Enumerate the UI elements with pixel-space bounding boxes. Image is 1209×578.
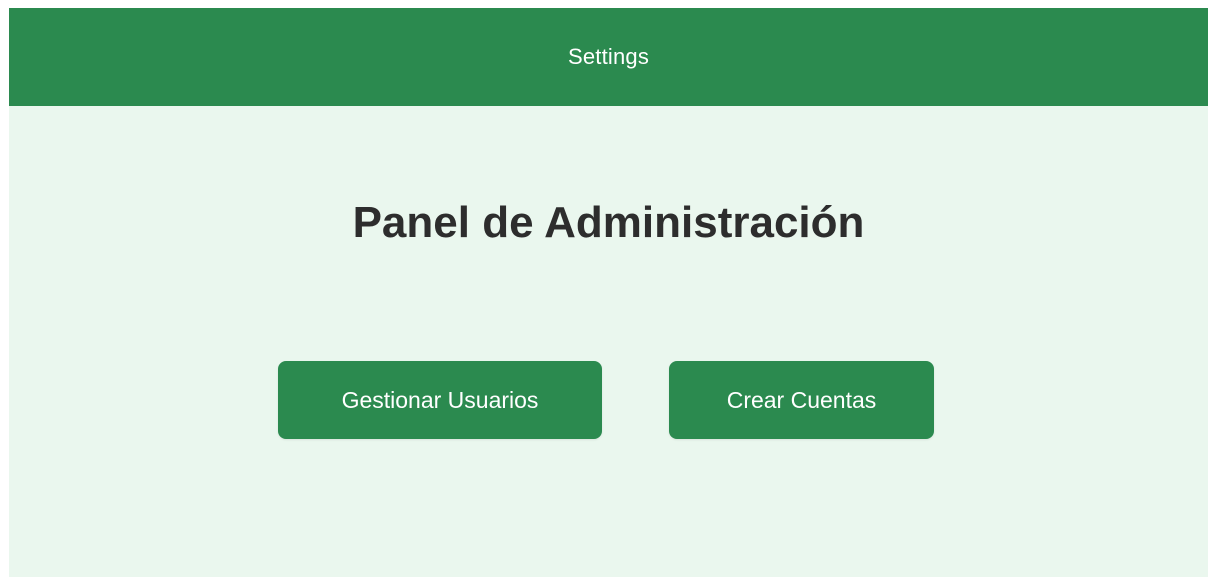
app-window: Settings Panel de Administración Gestion…: [9, 8, 1208, 577]
manage-users-button[interactable]: Gestionar Usuarios: [278, 361, 602, 439]
create-accounts-button[interactable]: Crear Cuentas: [669, 361, 934, 439]
top-bar: Settings: [9, 8, 1208, 106]
header-title: Settings: [567, 44, 650, 69]
admin-panel: Panel de Administración Gestionar Usuari…: [9, 106, 1208, 577]
action-buttons: Gestionar Usuarios Crear Cuentas: [9, 361, 1208, 439]
page-title: Panel de Administración: [352, 198, 865, 247]
